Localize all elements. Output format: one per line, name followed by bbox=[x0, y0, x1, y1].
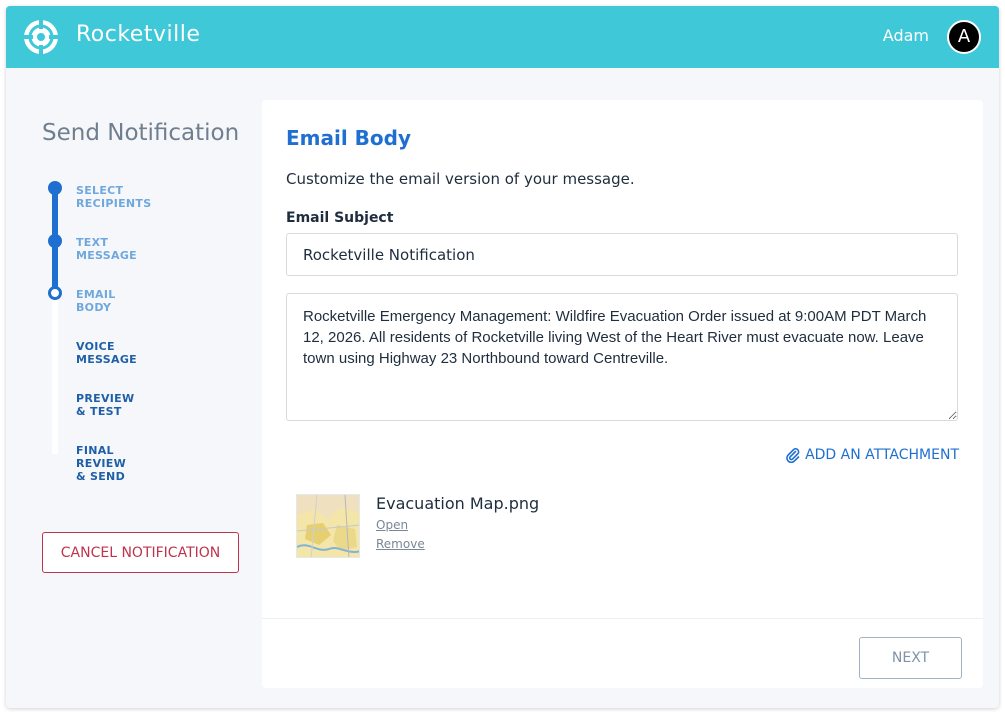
add-attachment-link[interactable]: ADD AN ATTACHMENT bbox=[785, 447, 959, 463]
user-name[interactable]: Adam bbox=[883, 26, 929, 45]
email-body-card: Email Body Customize the email version o… bbox=[262, 100, 983, 688]
app-title: Rocketville bbox=[76, 22, 201, 47]
map-thumbnail-image bbox=[297, 495, 359, 557]
email-subject-label: Email Subject bbox=[286, 210, 394, 226]
step-text-message[interactable]: TEXT MESSAGE bbox=[76, 236, 137, 262]
email-body-textarea[interactable]: Rocketville Emergency Management: Wildfi… bbox=[286, 293, 958, 421]
app-window: Rocketville Adam A Send Notification SEL… bbox=[6, 6, 999, 708]
attachment-open-link[interactable]: Open bbox=[376, 518, 408, 532]
email-subject-input[interactable] bbox=[286, 233, 958, 276]
cancel-notification-button[interactable]: CANCEL NOTIFICATION bbox=[42, 532, 239, 573]
step-preview-test[interactable]: PREVIEW & TEST bbox=[76, 392, 134, 418]
attachment-remove-link[interactable]: Remove bbox=[376, 537, 425, 551]
app-header: Rocketville Adam A bbox=[6, 6, 999, 68]
step-voice-message[interactable]: VOICE MESSAGE bbox=[76, 340, 137, 366]
paperclip-icon bbox=[786, 448, 800, 463]
crosshair-logo-icon[interactable] bbox=[22, 18, 60, 56]
next-button[interactable]: NEXT bbox=[859, 637, 962, 679]
step-select-recipients[interactable]: SELECT RECIPIENTS bbox=[76, 184, 151, 210]
step-dot-email-body bbox=[48, 286, 62, 300]
step-email-body[interactable]: EMAIL BODY bbox=[76, 288, 116, 314]
avatar[interactable]: A bbox=[947, 20, 981, 54]
add-attachment-label: ADD AN ATTACHMENT bbox=[805, 447, 959, 463]
attachment-file-name: Evacuation Map.png bbox=[376, 494, 540, 513]
step-dot-select-recipients bbox=[48, 181, 62, 195]
sidebar-title: Send Notification bbox=[42, 120, 240, 146]
step-dot-text-message bbox=[48, 234, 62, 248]
page-title: Email Body bbox=[286, 126, 412, 150]
page-subtitle: Customize the email version of your mess… bbox=[286, 170, 635, 188]
step-final-review-send[interactable]: FINAL REVIEW & SEND bbox=[76, 444, 126, 483]
attachment-thumbnail[interactable] bbox=[296, 494, 360, 558]
card-divider bbox=[262, 618, 983, 619]
